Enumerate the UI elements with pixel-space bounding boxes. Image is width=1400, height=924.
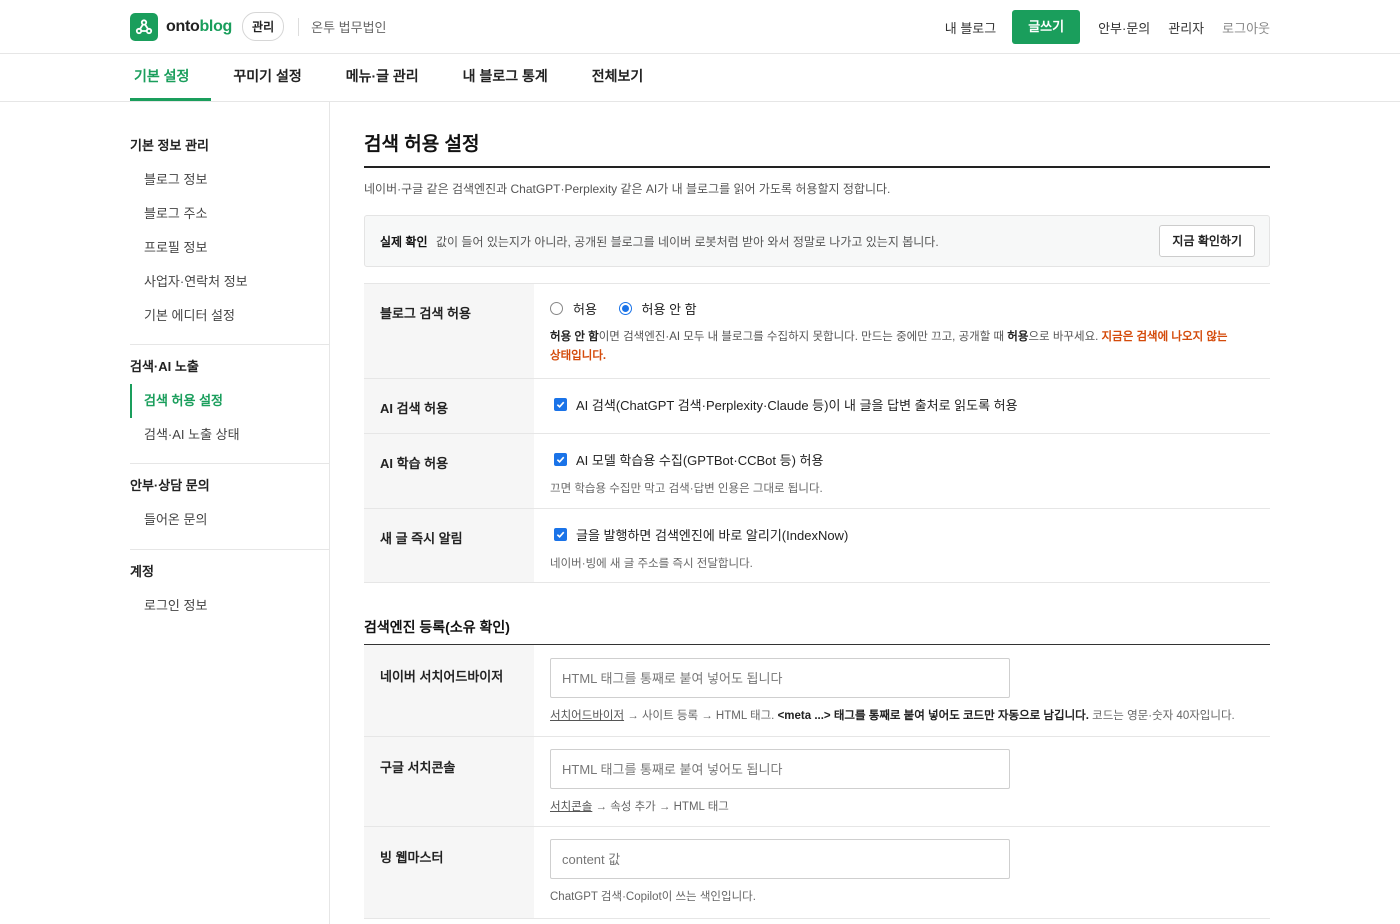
sidebar-group-title: 안부·상담 문의 <box>130 478 210 493</box>
write-button[interactable]: 글쓰기 <box>1012 10 1081 44</box>
setting-label: AI 학습 허용 <box>380 456 449 471</box>
sidebar-group-title: 기본 정보 관리 <box>130 138 209 153</box>
header-separator <box>298 17 300 36</box>
logout-link[interactable]: 로그아웃 <box>1222 18 1270 37</box>
sidebar-divider <box>130 463 330 464</box>
my-blog-link[interactable]: 내 블로그 <box>945 18 996 37</box>
main-tabs: 기본 설정 꾸미기 설정 메뉴·글 관리 내 블로그 통계 전체보기 <box>0 55 1400 102</box>
ai-training-hint: 끄면 학습용 수집만 막고 검색·답변 인용은 그대로 됩니다. <box>550 483 823 495</box>
sidebar-group-title: 계정 <box>130 564 154 579</box>
search-advisor-link[interactable]: 서치어드바이저 <box>550 710 624 722</box>
tab-view-all[interactable]: 전체보기 <box>570 55 666 101</box>
sidebar-item-search-permission[interactable]: 검색 허용 설정 <box>130 384 330 418</box>
setting-label: 빙 웹마스터 <box>380 850 444 865</box>
sidebar-item-inquiries[interactable]: 들어온 문의 <box>130 503 330 537</box>
header-links: 내 블로그 글쓰기 안부·문의 관리자 로그아웃 <box>945 10 1270 44</box>
naver-verification-input[interactable] <box>550 658 1010 698</box>
sidebar-item-blog-address[interactable]: 블로그 주소 <box>130 197 330 231</box>
live-check-panel: 실제 확인 값이 들어 있는지가 아니라, 공개된 블로그를 네이버 로봇처럼 … <box>364 215 1270 267</box>
admin-badge: 관리 <box>242 12 285 41</box>
setting-row-blog-search: 블로그 검색 허용 허용 허용 안 함 허용 안 함이면 검색엔진·AI 모두 … <box>364 284 1270 379</box>
org-name: 온투 법무법인 <box>311 20 387 35</box>
sidebar-item-business-contact[interactable]: 사업자·연락처 정보 <box>130 265 330 299</box>
page-title: 검색 허용 설정 <box>364 134 480 155</box>
sidebar-group-basic: 기본 정보 관리 블로그 정보 블로그 주소 프로필 정보 사업자·연락처 정보… <box>130 135 330 333</box>
sidebar-group-inquiry: 안부·상담 문의 들어온 문의 <box>130 475 330 537</box>
checkmark-icon[interactable] <box>554 453 567 466</box>
setting-row-bing: 빙 웹마스터 ChatGPT 검색·Copilot이 쓰는 색인입니다. <box>364 827 1270 919</box>
bing-verification-input[interactable] <box>550 839 1010 879</box>
title-rule <box>364 166 1270 168</box>
brand[interactable]: ontoblog 관리 온투 법무법인 <box>130 12 387 41</box>
setting-row-google: 구글 서치콘솔 서치콘솔 → 속성 추가 → HTML 태그 <box>364 737 1270 827</box>
blog-search-note: 허용 안 함이면 검색엔진·AI 모두 내 블로그를 수집하지 못합니다. 만드… <box>550 331 1228 362</box>
radio-icon[interactable] <box>550 302 563 315</box>
indexnow-checkbox[interactable]: 글을 발행하면 검색엔진에 바로 알리기(IndexNow) <box>554 525 848 544</box>
checkmark-icon[interactable] <box>554 398 567 411</box>
setting-label: 새 글 즉시 알림 <box>380 531 463 546</box>
sidebar-divider <box>130 344 330 345</box>
sidebar-divider <box>130 549 330 550</box>
live-check-label: 실제 확인 <box>380 235 428 249</box>
naver-hint: 서치어드바이저 → 사이트 등록 → HTML 태그. <meta ...> 태… <box>550 710 1235 722</box>
setting-row-ai-training: AI 학습 허용 AI 모델 학습용 수집(GPTBot·CCBot 등) 허용… <box>364 434 1270 509</box>
google-verification-input[interactable] <box>550 749 1010 789</box>
sidebar: 기본 정보 관리 블로그 정보 블로그 주소 프로필 정보 사업자·연락처 정보… <box>0 102 330 924</box>
sidebar-item-blog-info[interactable]: 블로그 정보 <box>130 163 330 197</box>
ai-training-checkbox[interactable]: AI 모델 학습용 수집(GPTBot·CCBot 등) 허용 <box>554 450 823 469</box>
page-description: 네이버·구글 같은 검색엔진과 ChatGPT·Perplexity 같은 AI… <box>364 182 891 196</box>
setting-label: AI 검색 허용 <box>380 401 449 416</box>
radio-icon[interactable] <box>618 302 632 315</box>
setting-label: 블로그 검색 허용 <box>380 306 471 321</box>
tab-menu-posts[interactable]: 메뉴·글 관리 <box>324 55 441 101</box>
google-hint: 서치콘솔 → 속성 추가 → HTML 태그 <box>550 801 729 813</box>
setting-row-ai-search: AI 검색 허용 AI 검색(ChatGPT 검색·Perplexity·Cla… <box>364 379 1270 434</box>
tab-design-settings[interactable]: 꾸미기 설정 <box>211 55 323 101</box>
sidebar-item-editor-settings[interactable]: 기본 에디터 설정 <box>130 299 330 333</box>
sidebar-group-search-ai: 검색·AI 노출 검색 허용 설정 검색·AI 노출 상태 <box>130 356 330 452</box>
tab-blog-stats[interactable]: 내 블로그 통계 <box>441 55 570 101</box>
checkmark-icon[interactable] <box>554 528 567 541</box>
search-console-link[interactable]: 서치콘솔 <box>550 801 592 813</box>
ai-search-checkbox[interactable]: AI 검색(ChatGPT 검색·Perplexity·Claude 등)이 내… <box>554 395 1018 414</box>
sidebar-group-title: 검색·AI 노출 <box>130 359 199 374</box>
sidebar-item-exposure-status[interactable]: 검색·AI 노출 상태 <box>130 418 330 452</box>
guestbook-link[interactable]: 안부·문의 <box>1098 18 1150 37</box>
admin-link[interactable]: 관리자 <box>1168 18 1204 37</box>
setting-label: 구글 서치콘솔 <box>380 760 456 775</box>
bing-hint: ChatGPT 검색·Copilot이 쓰는 색인입니다. <box>550 891 756 903</box>
setting-row-indexnow: 새 글 즉시 알림 글을 발행하면 검색엔진에 바로 알리기(IndexNow)… <box>364 509 1270 583</box>
check-now-button[interactable]: 지금 확인하기 <box>1159 225 1255 257</box>
tab-basic-settings[interactable]: 기본 설정 <box>130 55 212 101</box>
radio-deny[interactable]: 허용 안 함 <box>618 299 697 318</box>
registration-section-title: 검색엔진 등록(소유 확인) <box>364 619 510 635</box>
sidebar-item-login-info[interactable]: 로그인 정보 <box>130 589 330 623</box>
indexnow-hint: 네이버·빙에 새 글 주소를 즉시 전달합니다. <box>550 558 753 570</box>
radio-allow[interactable]: 허용 <box>550 299 597 318</box>
brand-name: ontoblog <box>166 17 233 35</box>
top-header: ontoblog 관리 온투 법무법인 내 블로그 글쓰기 안부·문의 관리자 … <box>0 0 1400 54</box>
sidebar-item-profile[interactable]: 프로필 정보 <box>130 231 330 265</box>
setting-label: 네이버 서치어드바이저 <box>380 669 504 684</box>
live-check-text: 값이 들어 있는지가 아니라, 공개된 블로그를 네이버 로봇처럼 받아 와서 … <box>436 235 939 249</box>
logo-icon <box>130 12 158 41</box>
setting-row-naver: 네이버 서치어드바이저 서치어드바이저 → 사이트 등록 → HTML 태그. … <box>364 645 1270 737</box>
sidebar-group-account: 계정 로그인 정보 <box>130 561 330 623</box>
